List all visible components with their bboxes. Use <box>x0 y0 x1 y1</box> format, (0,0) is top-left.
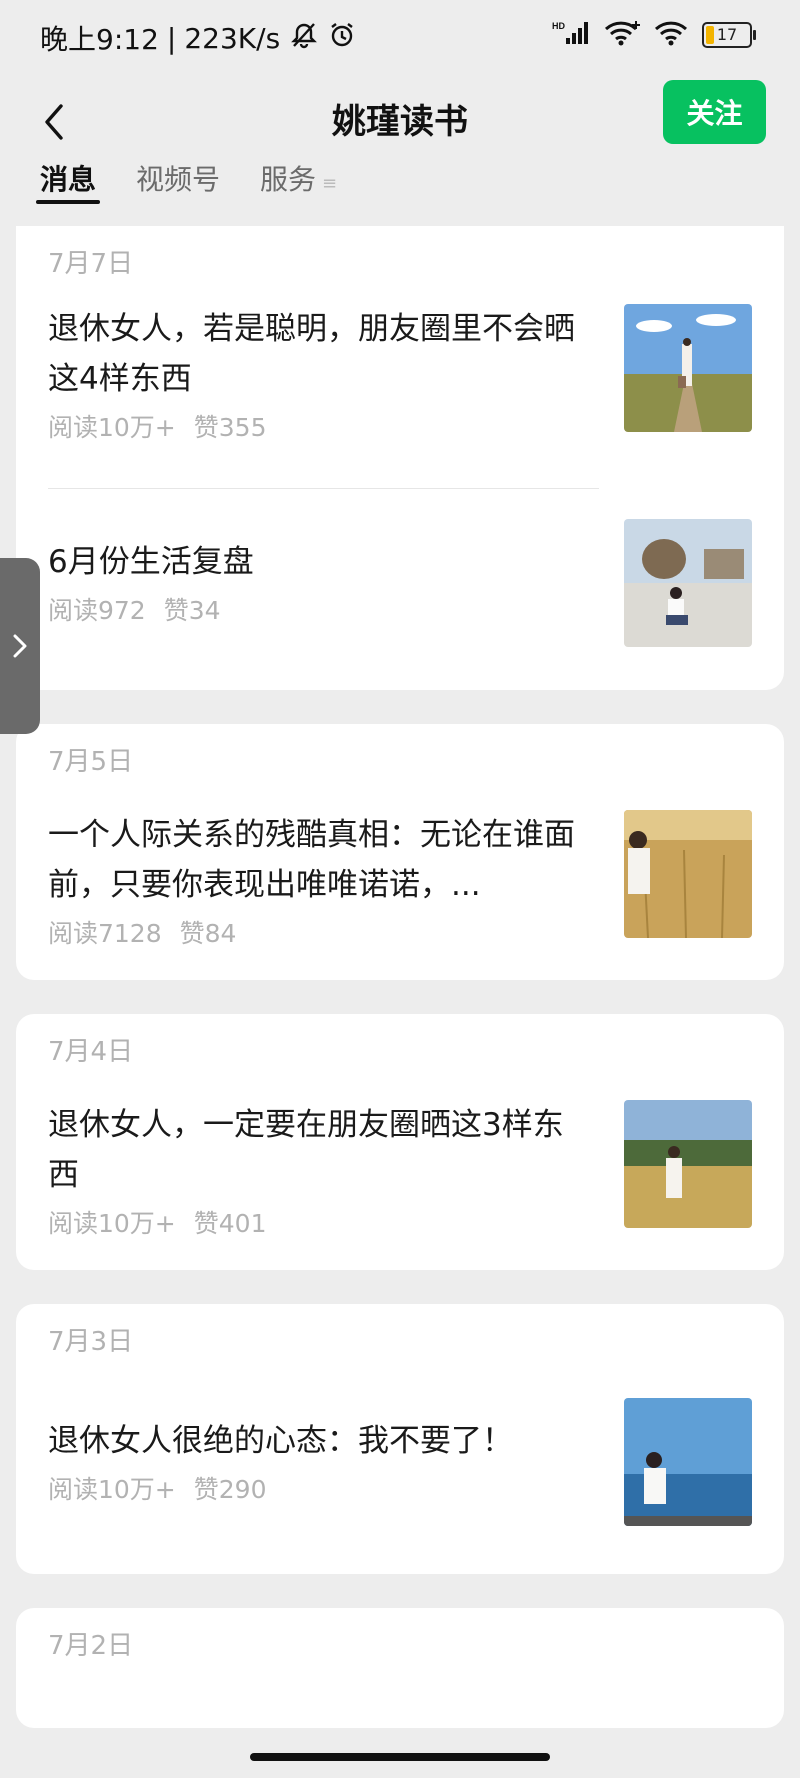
article-item[interactable]: 6月份生活复盘 阅读972 赞34 <box>48 519 752 647</box>
status-speed: 223K/s <box>184 21 281 55</box>
tab-services[interactable]: 服务 ≡ <box>260 150 337 198</box>
article-meta: 阅读10万+ 赞401 <box>48 1204 593 1240</box>
article-meta: 阅读972 赞34 <box>48 591 593 627</box>
signal-icon: HD <box>552 20 590 50</box>
article-thumbnail <box>624 304 752 432</box>
article-meta: 阅读10万+ 赞290 <box>48 1470 593 1506</box>
status-right: HD 17 <box>552 20 756 50</box>
group-date: 7月5日 <box>48 747 134 777</box>
date-group: 7月7日 退休女人，若是聪明，朋友圈里不会晒这4样东西 阅读10万+ 赞355 6… <box>16 226 784 690</box>
date-group: 7月3日 退休女人很绝的心态：我不要了！ 阅读10万+ 赞290 <box>16 1304 784 1574</box>
article-title: 6月份生活复盘 <box>48 544 254 580</box>
article-title: 退休女人很绝的心态：我不要了！ <box>48 1423 513 1459</box>
tab-channels[interactable]: 视频号 <box>136 150 220 198</box>
message-feed: 7月7日 退休女人，若是聪明，朋友圈里不会晒这4样东西 阅读10万+ 赞355 6… <box>16 226 784 1762</box>
alarm-icon <box>328 21 356 56</box>
read-count: 阅读972 <box>48 596 146 625</box>
article-title: 一个人际关系的残酷真相：无论在谁面前，只要你表现出唯唯诺诺，... <box>48 817 575 903</box>
divider <box>48 488 599 489</box>
article-thumbnail <box>624 1100 752 1228</box>
like-count: 赞84 <box>179 919 237 948</box>
home-indicator[interactable] <box>250 1753 550 1761</box>
like-count: 赞401 <box>193 1209 267 1238</box>
like-count: 赞290 <box>193 1475 267 1504</box>
article-item[interactable]: 一个人际关系的残酷真相：无论在谁面前，只要你表现出唯唯诺诺，... 阅读7128… <box>48 810 752 950</box>
article-title: 退休女人，若是聪明，朋友圈里不会晒这4样东西 <box>48 311 575 397</box>
article-thumbnail <box>624 519 752 647</box>
battery-level: 17 <box>716 25 738 44</box>
date-group: 7月4日 退休女人，一定要在朋友圈晒这3样东西 阅读10万+ 赞401 <box>16 1014 784 1270</box>
group-date: 7月4日 <box>48 1037 134 1067</box>
tab-bar: 消息 视频号 服务 ≡ <box>35 150 377 210</box>
article-item[interactable]: 退休女人，一定要在朋友圈晒这3样东西 阅读10万+ 赞401 <box>48 1100 752 1240</box>
menu-lines-icon: ≡ <box>322 173 338 194</box>
read-count: 阅读7128 <box>48 919 162 948</box>
wifi-icon <box>604 20 640 50</box>
follow-button[interactable]: 关注 <box>663 80 766 144</box>
read-count: 阅读10万+ <box>48 1475 176 1504</box>
chevron-right-icon <box>13 634 27 658</box>
like-count: 赞355 <box>193 413 267 442</box>
read-count: 阅读10万+ <box>48 413 176 442</box>
article-thumbnail <box>624 810 752 938</box>
article-item[interactable]: 退休女人很绝的心态：我不要了！ 阅读10万+ 赞290 <box>48 1398 752 1526</box>
article-meta: 阅读10万+ 赞355 <box>48 408 593 444</box>
article-item[interactable]: 退休女人，若是聪明，朋友圈里不会晒这4样东西 阅读10万+ 赞355 <box>48 304 752 462</box>
status-bar: 晚上9:12 | 223K/s HD 17 <box>0 0 800 80</box>
svg-text:HD: HD <box>552 21 565 31</box>
read-count: 阅读10万+ <box>48 1209 176 1238</box>
date-group: 7月2日 <box>16 1608 784 1728</box>
status-left: 晚上9:12 | 223K/s <box>40 18 356 58</box>
article-meta: 阅读7128 赞84 <box>48 914 593 950</box>
group-date: 7月2日 <box>48 1631 134 1661</box>
article-title: 退休女人，一定要在朋友圈晒这3样东西 <box>48 1107 564 1193</box>
group-date: 7月7日 <box>48 249 134 279</box>
tab-messages[interactable]: 消息 <box>35 150 101 204</box>
side-drawer-handle[interactable] <box>0 558 40 734</box>
wifi-icon <box>654 20 688 50</box>
battery-icon: 17 <box>702 22 756 48</box>
date-group: 7月5日 一个人际关系的残酷真相：无论在谁面前，只要你表现出唯唯诺诺，... 阅… <box>16 724 784 980</box>
like-count: 赞34 <box>163 596 221 625</box>
article-thumbnail <box>624 1398 752 1526</box>
status-time: 晚上9:12 <box>40 23 159 56</box>
bell-off-icon <box>290 21 318 56</box>
group-date: 7月3日 <box>48 1327 134 1357</box>
